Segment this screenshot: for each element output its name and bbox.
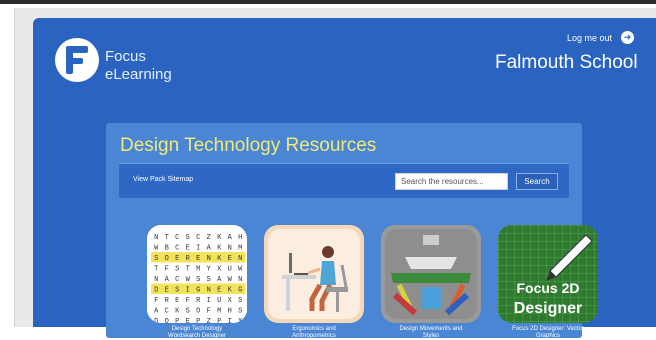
thumb-text-line1: Focus 2D (516, 280, 579, 296)
wordsearch-letter: N (207, 287, 211, 295)
wordsearch-letter: P (175, 318, 179, 323)
wordsearch-letter: C (175, 234, 179, 242)
wordsearch-letter: D (154, 318, 158, 323)
wordsearch-letter: M (217, 308, 221, 316)
resource-caption: Focus 2D Designer: Vector Graphics (512, 326, 584, 339)
wordsearch-letter: S (207, 276, 211, 284)
wordsearch-letter: I (207, 297, 211, 305)
wordsearch-letter: M (196, 266, 200, 274)
wordsearch-letter: P (217, 318, 221, 323)
wordsearch-letter: B (165, 245, 169, 253)
resources-title: Design Technology Resources (120, 135, 377, 156)
wordsearch-letter: F (154, 297, 158, 305)
logout-arrow-icon[interactable]: ➜ (621, 31, 634, 44)
logout-link[interactable]: Log me out (567, 33, 612, 43)
wordsearch-letter: D (154, 287, 158, 295)
wordsearch-letter: T (186, 266, 190, 274)
wordsearch-letter: G (238, 287, 242, 295)
wordsearch-letter: S (175, 266, 179, 274)
resources-panel: Design Technology Resources View Pack Si… (106, 123, 598, 339)
brand-name-line2: eLearning (105, 66, 172, 83)
wordsearch-grid: N T C S C Z K A HW B C E I A K N MS O E R E N K E NT F S T M Y X U WN A C W… (147, 225, 247, 323)
wordsearch-letter: O (165, 318, 169, 323)
school-name: Falmouth School (495, 52, 638, 73)
wordsearch-letter: C (165, 308, 169, 316)
wordsearch-letter: I (196, 245, 200, 253)
wordsearch-letter: F (186, 297, 190, 305)
wordsearch-thumbnail[interactable]: NTCSCZKAHWBCEIAKNMSOERENKENTFSTMYXUWNACW… (147, 225, 247, 323)
wordsearch-letter: E (186, 318, 190, 323)
wordsearch-letter: F (165, 266, 169, 274)
wordsearch-letter: P (196, 318, 200, 323)
2d-designer-thumbnail[interactable]: Focus 2D Designer (498, 225, 598, 323)
wordsearch-letter: S (186, 234, 190, 242)
wordsearch-letter: G (196, 287, 200, 295)
resource-caption: Design Technology Wordsearch Designer (168, 326, 226, 339)
app-window: Focus eLearning Log me out ➜ Falmouth Sc… (33, 18, 656, 339)
wordsearch-letter: N (238, 255, 242, 263)
search-input[interactable] (395, 173, 508, 190)
furniture-collage-icon (385, 229, 477, 319)
wordsearch-letter: I (186, 287, 190, 295)
wordsearch-letter: N (238, 276, 242, 284)
resource-caption: Design Movements and Styles (399, 326, 463, 339)
wordsearch-letter: E (175, 255, 179, 263)
wordsearch-letter: S (238, 297, 242, 305)
search-button[interactable]: Search (516, 173, 558, 190)
wordsearch-letter: Z (207, 318, 211, 323)
wordsearch-letter: Z (207, 234, 211, 242)
wordsearch-letter: M (238, 245, 242, 253)
wordsearch-letter: F (207, 308, 211, 316)
sitemap-link[interactable]: View Pack Sitemap (133, 176, 193, 183)
thumb-text-line2: Designer (514, 300, 582, 317)
focus-logo-icon (55, 38, 99, 82)
wordsearch-letter: U (228, 266, 232, 274)
brand-name-line1: Focus (105, 48, 146, 65)
wordsearch-letter: U (217, 297, 221, 305)
wordsearch-letter: T (165, 234, 169, 242)
wordsearch-letter: E (196, 255, 200, 263)
pencil-icon: Focus 2D Designer (498, 225, 598, 323)
wordsearch-letter: N (228, 245, 232, 253)
wordsearch-letter: N (154, 234, 158, 242)
wordsearch-letter: S (186, 308, 190, 316)
browser-top-edge (0, 0, 656, 4)
wordsearch-letter: S (154, 255, 158, 263)
wordsearch-letter: S (238, 308, 242, 316)
wordsearch-letter: C (196, 234, 200, 242)
resources-toolbar: View Pack Sitemap Search (119, 163, 569, 198)
wordsearch-letter: N (207, 255, 211, 263)
wordsearch-letter: N (154, 276, 158, 284)
wordsearch-letter: E (228, 255, 232, 263)
resource-caption: Ergonomics and Anthropometrics (292, 326, 336, 339)
wordsearch-letter: H (238, 234, 242, 242)
design-movements-thumbnail[interactable] (381, 225, 481, 323)
wordsearch-letter: T (154, 266, 158, 274)
wordsearch-letter: S (196, 276, 200, 284)
wordsearch-letter: I (228, 318, 232, 323)
wordsearch-letter: E (217, 287, 221, 295)
wordsearch-letter: O (196, 308, 200, 316)
ergonomics-thumbnail[interactable] (264, 225, 364, 323)
wordsearch-letter: O (165, 255, 169, 263)
wordsearch-letter: C (175, 245, 179, 253)
wordsearch-letter: S (175, 287, 179, 295)
person-at-computer-icon (268, 229, 360, 319)
wordsearch-letter: H (228, 308, 232, 316)
wordsearch-letter: E (165, 287, 169, 295)
wordsearch-letter: C (175, 276, 179, 284)
wordsearch-letter: E (175, 297, 179, 305)
wordsearch-letter: E (186, 245, 190, 253)
